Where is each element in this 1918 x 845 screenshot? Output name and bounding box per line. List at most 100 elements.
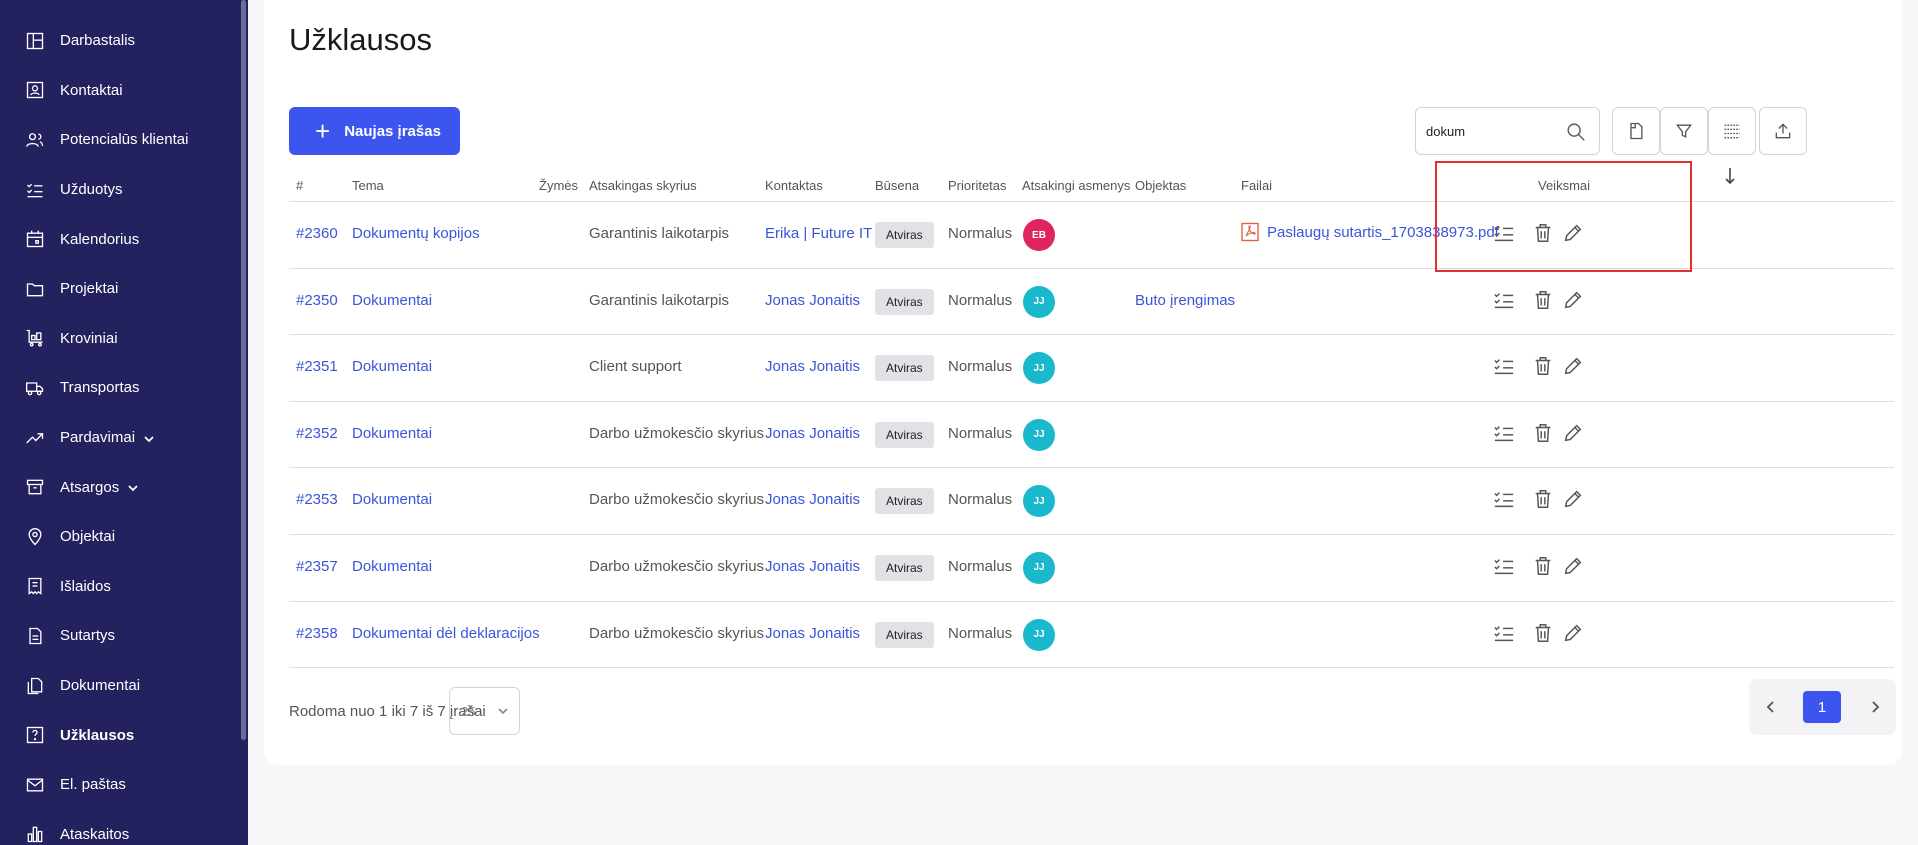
edit-icon[interactable] xyxy=(1562,355,1586,379)
checklist-action-icon[interactable] xyxy=(1493,422,1517,446)
checklist-action-icon[interactable] xyxy=(1493,355,1517,379)
columns-button[interactable] xyxy=(1708,107,1756,155)
new-record-button[interactable]: + Naujas įrašas xyxy=(289,107,460,155)
checklist-icon xyxy=(24,179,46,201)
file-link[interactable]: Paslaugų sutartis_1703838973.pdf xyxy=(1267,224,1499,241)
row-contact[interactable]: Jonas Jonaitis xyxy=(765,425,860,442)
col-tags[interactable]: Žymės xyxy=(539,178,578,193)
sidebar-item-projektai[interactable]: Projektai xyxy=(0,264,240,314)
delete-icon[interactable] xyxy=(1532,488,1556,512)
delete-icon[interactable] xyxy=(1532,289,1556,313)
search-icon[interactable] xyxy=(1565,121,1587,143)
row-subject[interactable]: Dokumentai xyxy=(352,491,432,508)
row-id[interactable]: #2358 xyxy=(296,625,338,642)
col-contact[interactable]: Kontaktas xyxy=(765,178,823,193)
avatar[interactable]: JJ xyxy=(1023,352,1055,385)
edit-icon[interactable] xyxy=(1562,222,1586,246)
next-page-button[interactable] xyxy=(1861,693,1889,721)
checklist-action-icon[interactable] xyxy=(1493,555,1517,579)
col-object[interactable]: Objektas xyxy=(1135,178,1186,193)
row-contact[interactable]: Jonas Jonaitis xyxy=(765,491,860,508)
sidebar-item-ataskaitos[interactable]: Ataskaitos xyxy=(0,810,240,845)
sidebar-item-kontaktai[interactable]: Kontaktai xyxy=(0,66,240,116)
row-contact[interactable]: Jonas Jonaitis xyxy=(765,625,860,642)
col-subject[interactable]: Tema xyxy=(352,178,384,193)
sidebar-item-transportas[interactable]: Transportas xyxy=(0,363,240,413)
avatar[interactable]: JJ xyxy=(1023,618,1055,651)
col-department[interactable]: Atsakingas skyrius xyxy=(589,178,697,193)
row-contact[interactable]: Jonas Jonaitis xyxy=(765,292,860,309)
sidebar-item-label: Dokumentai xyxy=(60,677,141,695)
file-button[interactable] xyxy=(1612,107,1660,155)
row-id[interactable]: #2353 xyxy=(296,491,338,508)
sidebar-item-el-paštas[interactable]: El. paštas xyxy=(0,760,240,810)
row-id[interactable]: #2352 xyxy=(296,425,338,442)
page-button-current[interactable]: 1 xyxy=(1803,691,1841,723)
row-id[interactable]: #2360 xyxy=(296,225,338,242)
sidebar-item-išlaidos[interactable]: Išlaidos xyxy=(0,562,240,612)
file-attachment[interactable]: Paslaugų sutartis_1703838973.pdf xyxy=(1240,222,1499,242)
row-contact[interactable]: Jonas Jonaitis xyxy=(765,558,860,575)
sidebar-item-atsargos[interactable]: Atsargos xyxy=(0,462,240,512)
row-contact[interactable]: Jonas Jonaitis xyxy=(765,358,860,375)
edit-icon[interactable] xyxy=(1562,289,1586,313)
archive-icon xyxy=(24,476,46,498)
file-icon xyxy=(1630,122,1643,140)
row-subject[interactable]: Dokumentų kopijos xyxy=(352,225,480,242)
sidebar-scrollbar[interactable] xyxy=(241,0,246,740)
checklist-action-icon[interactable] xyxy=(1493,289,1517,313)
per-page-select[interactable]: 25 xyxy=(449,687,520,735)
sidebar-item-objektai[interactable]: Objektai xyxy=(0,512,240,562)
row-id[interactable]: #2350 xyxy=(296,292,338,309)
col-status[interactable]: Būsena xyxy=(875,178,919,193)
row-subject[interactable]: Dokumentai dėl deklaracijos xyxy=(352,625,540,642)
edit-icon[interactable] xyxy=(1562,555,1586,579)
row-subject[interactable]: Dokumentai xyxy=(352,358,432,375)
avatar[interactable]: JJ xyxy=(1023,485,1055,518)
sidebar-item-pardavimai[interactable]: Pardavimai xyxy=(0,413,240,463)
delete-icon[interactable] xyxy=(1532,222,1556,246)
avatar[interactable]: JJ xyxy=(1023,551,1055,584)
row-priority: Normalus xyxy=(948,624,1013,642)
col-assignees[interactable]: Atsakingi asmenys xyxy=(1022,178,1130,193)
sidebar-item-potencialūs-klientai[interactable]: Potencialūs klientai xyxy=(0,115,240,165)
table-row: #2353 Dokumentai Darbo užmokesčio skyrius J… xyxy=(289,468,1894,535)
row-object[interactable]: Buto įrengimas xyxy=(1135,292,1235,309)
delete-icon[interactable] xyxy=(1532,355,1556,379)
avatar[interactable]: EB xyxy=(1023,219,1055,251)
row-subject[interactable]: Dokumentai xyxy=(352,558,432,575)
sidebar-item-kroviniai[interactable]: Kroviniai xyxy=(0,314,240,364)
sidebar-item-užduotys[interactable]: Užduotys xyxy=(0,165,240,215)
delete-icon[interactable] xyxy=(1532,555,1556,579)
checklist-action-icon[interactable] xyxy=(1493,488,1517,512)
sidebar-item-sutartys[interactable]: Sutartys xyxy=(0,611,240,661)
status-badge: Atviras xyxy=(875,554,934,581)
export-button[interactable] xyxy=(1759,107,1807,155)
checklist-action-icon[interactable] xyxy=(1493,622,1517,646)
col-id[interactable]: # xyxy=(296,178,303,193)
filter-button[interactable] xyxy=(1660,107,1708,155)
edit-icon[interactable] xyxy=(1562,422,1586,446)
row-id[interactable]: #2351 xyxy=(296,358,338,375)
sidebar-item-užklausos[interactable]: Užklausos xyxy=(0,710,240,760)
sidebar-item-dokumentai[interactable]: Dokumentai xyxy=(0,661,240,711)
avatar[interactable]: JJ xyxy=(1023,418,1055,451)
search-input[interactable] xyxy=(1426,123,1556,139)
sidebar-item-darbastalis[interactable]: Darbastalis xyxy=(0,16,240,66)
row-subject[interactable]: Dokumentai xyxy=(352,425,432,442)
prev-page-button[interactable] xyxy=(1757,693,1785,721)
row-contact[interactable]: Erika | Future IT xyxy=(765,225,872,242)
sidebar-item-kalendorius[interactable]: Kalendorius xyxy=(0,214,240,264)
row-priority: Normalus xyxy=(948,358,1013,376)
checklist-action-icon[interactable] xyxy=(1493,222,1517,246)
avatar[interactable]: JJ xyxy=(1023,285,1055,318)
edit-icon[interactable] xyxy=(1562,488,1586,512)
edit-icon[interactable] xyxy=(1562,622,1586,646)
row-id[interactable]: #2357 xyxy=(296,558,338,575)
row-subject[interactable]: Dokumentai xyxy=(352,292,432,309)
status-badge: Atviras xyxy=(875,288,934,315)
col-priority[interactable]: Prioritetas xyxy=(948,178,1007,193)
delete-icon[interactable] xyxy=(1532,422,1556,446)
delete-icon[interactable] xyxy=(1532,622,1556,646)
col-files[interactable]: Failai xyxy=(1241,178,1272,193)
